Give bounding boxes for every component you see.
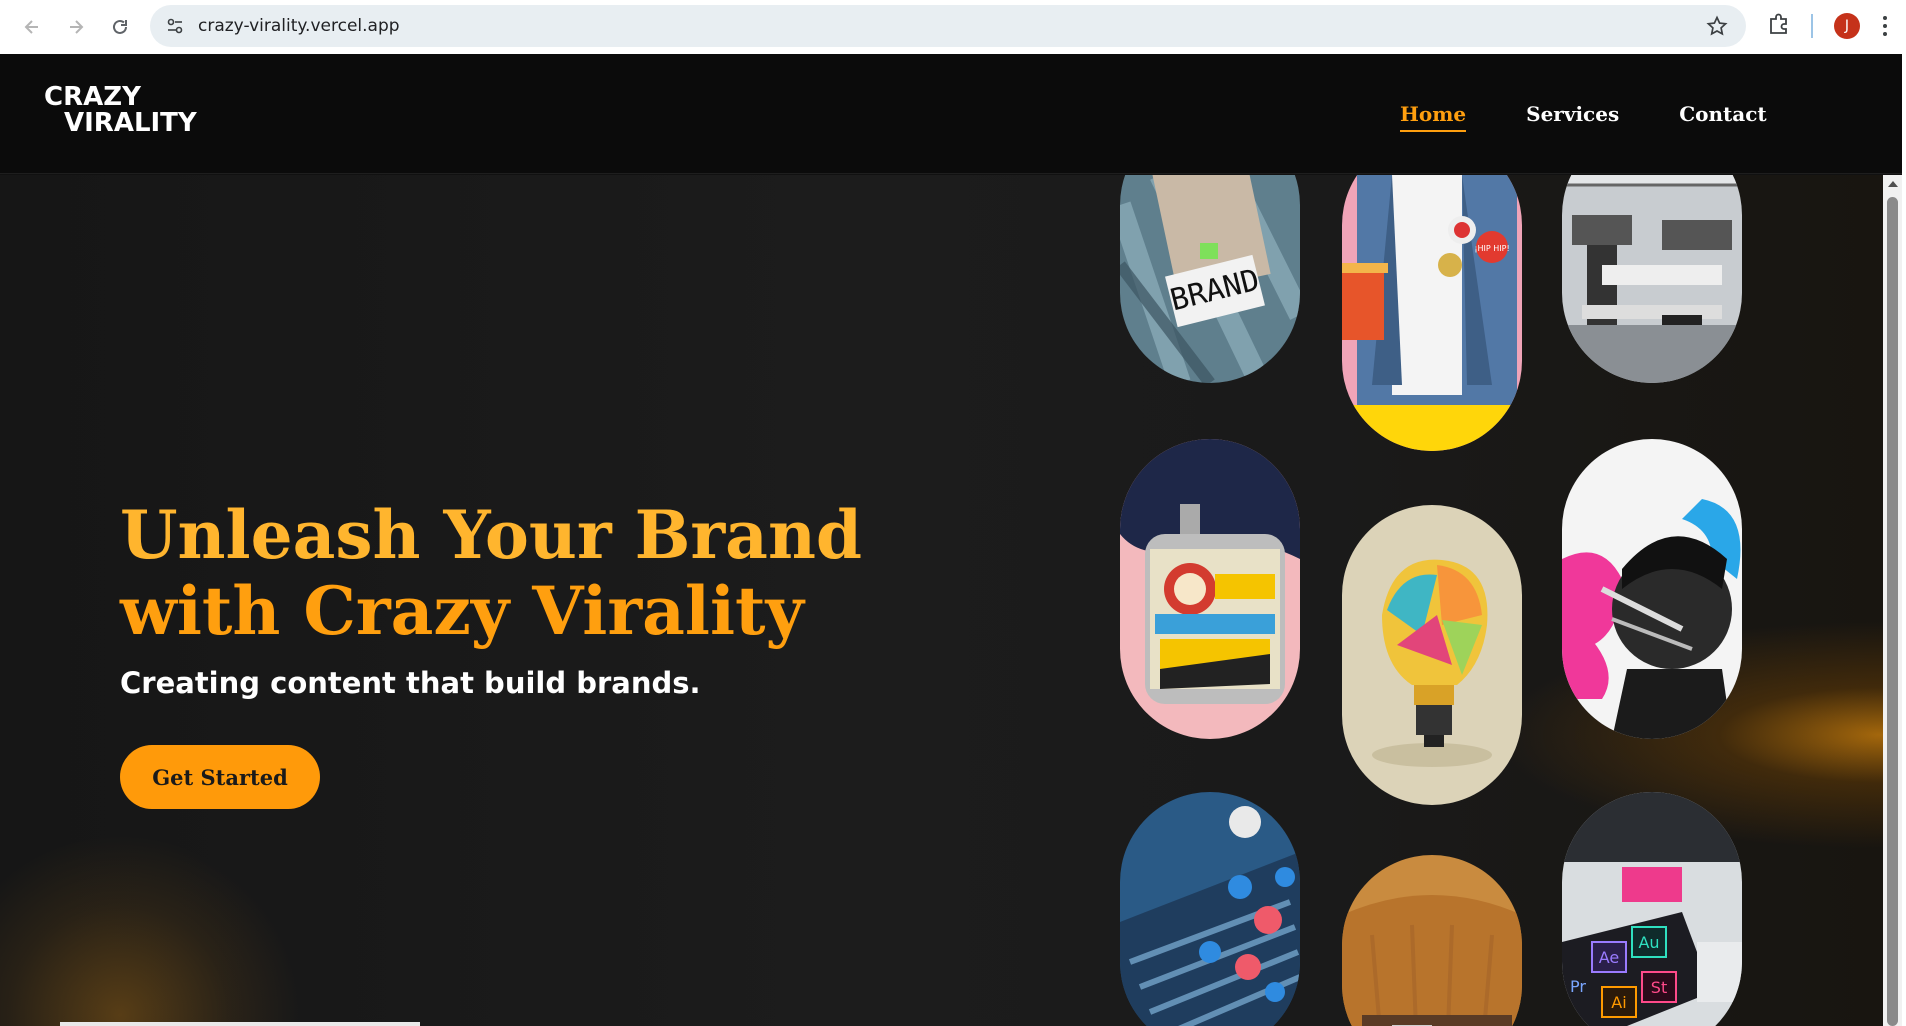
nav-home[interactable]: Home <box>1400 102 1467 132</box>
hero-headline: Unleash Your Brand with Crazy Virality <box>120 497 862 649</box>
back-arrow-icon <box>24 20 38 34</box>
address-bar[interactable]: crazy-virality.vercel.app <box>150 5 1746 47</box>
pin-label: ¡HIP HIP! <box>1474 244 1509 253</box>
back-button[interactable] <box>14 9 50 45</box>
nav-contact[interactable]: Contact <box>1679 102 1766 132</box>
gallery-image-adobe-keys: Ae Au Ai St Pr <box>1562 792 1742 1026</box>
site-info-icon[interactable] <box>166 17 184 35</box>
extensions-puzzle-icon[interactable] <box>1766 11 1792 42</box>
window-edge <box>1902 54 1906 1026</box>
reload-icon <box>113 19 127 34</box>
gallery-image-lightbulb <box>1342 505 1522 805</box>
logo-line-1: CRAZY <box>44 82 141 112</box>
forward-button[interactable] <box>58 9 94 45</box>
gallery-image-portrait-art <box>1562 439 1742 739</box>
main-nav: Home Services Contact <box>1400 102 1827 132</box>
hero-section: Unleash Your Brand with Crazy Virality C… <box>0 175 1883 1026</box>
key-ae: Ae <box>1599 948 1620 967</box>
gallery-image-sticker-jug <box>1120 439 1300 739</box>
profile-avatar[interactable]: J <box>1834 13 1860 39</box>
key-au: Au <box>1638 933 1659 952</box>
headline-line-1: Unleash Your Brand <box>120 496 863 574</box>
toolbar-divider <box>1811 14 1813 38</box>
brand-logo[interactable]: CRAZY VIRALITY <box>44 84 197 136</box>
hero-subheadline: Creating content that build brands. <box>120 666 701 700</box>
scrollbar-thumb[interactable] <box>1887 197 1898 1026</box>
gallery-image-sweater-person <box>1342 855 1522 1026</box>
forward-arrow-icon <box>70 20 84 34</box>
gallery-image-denim-jacket: ¡HIP HIP! <box>1342 175 1522 451</box>
scroll-up-arrow-icon[interactable] <box>1888 181 1898 187</box>
gallery-image-keyboard-likes <box>1120 792 1300 1026</box>
headline-line-2: with Crazy Virality <box>120 572 804 650</box>
get-started-button[interactable]: Get Started <box>120 745 320 809</box>
key-pr: Pr <box>1570 977 1586 996</box>
key-st: St <box>1651 978 1667 997</box>
vertical-scrollbar[interactable] <box>1883 175 1902 1026</box>
key-ai: Ai <box>1611 993 1626 1012</box>
logo-line-2: VIRALITY <box>64 108 197 138</box>
reload-button[interactable] <box>102 9 138 45</box>
gallery-image-brand-cup: BRAND <box>1120 175 1300 383</box>
browser-toolbar: crazy-virality.vercel.app J <box>0 0 1906 54</box>
more-menu-icon[interactable] <box>1882 14 1888 43</box>
bookmark-star-icon[interactable] <box>1706 15 1728 42</box>
gallery-image-office <box>1562 175 1742 383</box>
url-text[interactable]: crazy-virality.vercel.app <box>198 16 400 36</box>
horizontal-scroll-indicator[interactable] <box>60 1022 420 1026</box>
nav-services[interactable]: Services <box>1526 102 1619 132</box>
site-header: CRAZY VIRALITY Home Services Contact <box>0 54 1902 174</box>
